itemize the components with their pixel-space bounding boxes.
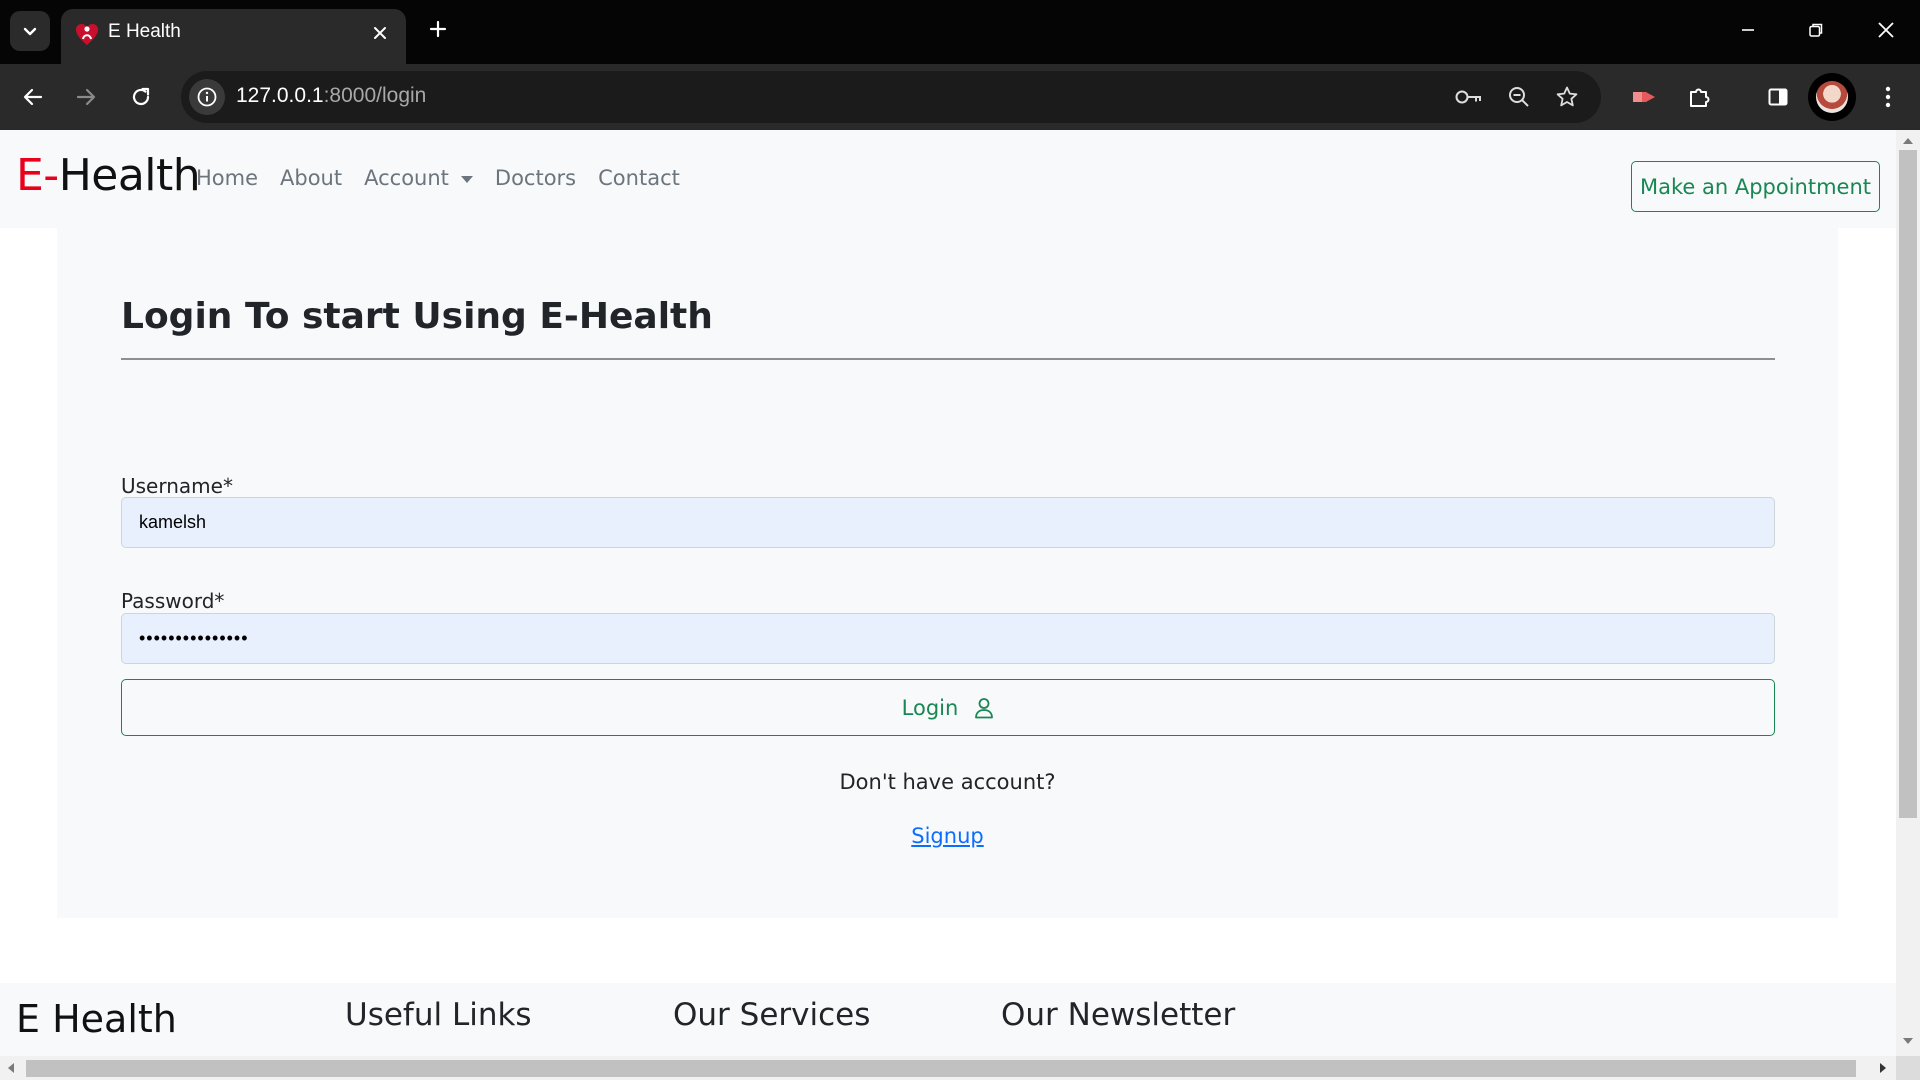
favicon-icon [76, 24, 98, 45]
browser-toolbar: 127.0.0.1:8000/login [0, 64, 1920, 130]
url-host: 127.0.0.1 [236, 84, 324, 107]
signup-container: Signup [57, 824, 1838, 848]
extensions-button[interactable] [1677, 75, 1721, 119]
vertical-scroll-thumb[interactable] [1899, 150, 1917, 818]
nav-doctors[interactable]: Doctors [495, 166, 576, 190]
brand-prefix: E- [16, 150, 59, 201]
horizontal-scroll-thumb[interactable] [26, 1060, 1856, 1077]
star-icon [1556, 86, 1578, 107]
nav-account-label: Account [364, 166, 449, 190]
site-navbar: E-Health Home About Account Doctors Cont… [0, 130, 1896, 228]
browser-tab-active[interactable]: E Health [61, 9, 406, 64]
reload-button[interactable] [119, 75, 163, 119]
restore-button[interactable] [1782, 0, 1850, 60]
more-icon [1885, 86, 1891, 108]
url-text[interactable]: 127.0.0.1:8000/login [236, 84, 426, 108]
forward-button[interactable] [64, 75, 108, 119]
tab-search-button[interactable] [10, 11, 50, 51]
login-title: Login To start Using E-Health [121, 296, 713, 337]
username-field[interactable]: kamelsh [121, 497, 1775, 548]
signup-link[interactable]: Signup [911, 824, 983, 848]
page-viewport: E-Health Home About Account Doctors Cont… [0, 130, 1896, 1060]
caret-down-icon [460, 175, 473, 183]
menu-button[interactable] [1866, 75, 1910, 119]
zoom-button[interactable] [1501, 79, 1537, 115]
scroll-left-arrow-icon[interactable] [6, 1062, 16, 1074]
scroll-up-arrow-icon[interactable] [1902, 136, 1914, 146]
nav-home[interactable]: Home [196, 166, 258, 190]
sidepanel-icon [1768, 88, 1788, 106]
scrollbar-corner [1896, 1056, 1920, 1080]
no-account-text: Don't have account? [839, 770, 1056, 794]
new-tab-button[interactable] [421, 12, 455, 46]
minimize-button[interactable] [1714, 0, 1782, 60]
profile-avatar[interactable] [1808, 73, 1856, 121]
plus-icon [429, 20, 447, 38]
extension-red-icon [1633, 92, 1655, 102]
password-label: Password* [121, 589, 225, 613]
brand-rest: Health [58, 150, 201, 201]
puzzle-icon [1690, 88, 1710, 107]
forward-icon [76, 88, 96, 106]
nav-account-dropdown[interactable]: Account [364, 166, 473, 190]
site-brand[interactable]: E-Health [16, 150, 201, 201]
side-panel-button[interactable] [1756, 75, 1800, 119]
close-window-icon [1878, 22, 1894, 38]
password-field[interactable]: ••••••••••••••• [121, 613, 1775, 664]
title-divider [121, 358, 1775, 360]
site-info-button[interactable] [189, 79, 225, 115]
tab-close-button[interactable] [368, 21, 392, 45]
restore-icon [1809, 23, 1823, 37]
user-icon [975, 697, 994, 718]
close-icon [374, 27, 386, 39]
footer-services-heading: Our Services [673, 997, 871, 1033]
zoom-icon [1509, 87, 1529, 107]
footer-brand: E Health [16, 997, 177, 1041]
nav-about[interactable]: About [280, 166, 342, 190]
back-icon [23, 88, 43, 106]
nav-contact[interactable]: Contact [598, 166, 680, 190]
make-appointment-button[interactable]: Make an Appointment [1631, 161, 1880, 212]
scroll-right-arrow-icon[interactable] [1878, 1062, 1888, 1074]
footer-useful-links-heading: Useful Links [345, 997, 532, 1033]
bookmark-button[interactable] [1549, 79, 1585, 115]
browser-tabstrip: E Health [0, 0, 1920, 64]
nav-links: Home About Account Doctors Contact [196, 166, 702, 190]
password-key-button[interactable] [1451, 79, 1487, 115]
tab-title: E Health [108, 21, 181, 42]
reload-icon [132, 87, 150, 106]
address-bar[interactable]: 127.0.0.1:8000/login [181, 71, 1601, 123]
footer-newsletter-heading: Our Newsletter [1001, 997, 1236, 1033]
site-footer: E Health Useful Links Our Services Our N… [0, 983, 1896, 1060]
info-icon [197, 87, 217, 107]
avatar-image [1816, 81, 1848, 113]
extension-red-button[interactable] [1622, 75, 1666, 119]
key-icon [1455, 90, 1481, 104]
close-window-button[interactable] [1852, 0, 1920, 60]
url-path: :8000/login [323, 84, 427, 107]
login-button-label: Login [901, 695, 959, 720]
back-button[interactable] [11, 75, 55, 119]
login-button[interactable]: Login [121, 679, 1775, 736]
scroll-down-arrow-icon[interactable] [1902, 1036, 1914, 1046]
username-label: Username* [121, 474, 233, 498]
chevron-down-icon [23, 27, 37, 36]
login-card: Login To start Using E-Health Username* … [57, 228, 1838, 918]
minimize-icon [1742, 29, 1754, 31]
